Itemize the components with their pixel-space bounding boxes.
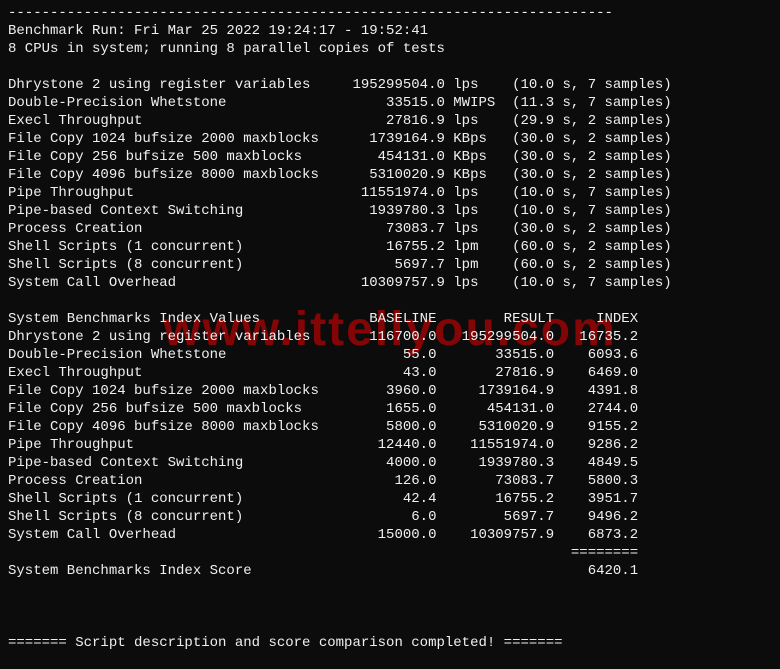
- cpu-line: 8 CPUs in system; running 8 parallel cop…: [8, 41, 445, 57]
- footer-line: ======= Script description and score com…: [8, 635, 563, 651]
- divider-top: ----------------------------------------…: [8, 5, 613, 21]
- run-line: Benchmark Run: Fri Mar 25 2022 19:24:17 …: [8, 23, 428, 39]
- index-results-block: Dhrystone 2 using register variables 116…: [8, 329, 638, 543]
- score-line: System Benchmarks Index Score 6420.1: [8, 563, 638, 579]
- raw-results-block: Dhrystone 2 using register variables 195…: [8, 77, 672, 291]
- index-header-line: System Benchmarks Index Values BASELINE …: [8, 311, 638, 327]
- terminal-output: ----------------------------------------…: [0, 0, 780, 656]
- score-divider: ========: [8, 545, 638, 561]
